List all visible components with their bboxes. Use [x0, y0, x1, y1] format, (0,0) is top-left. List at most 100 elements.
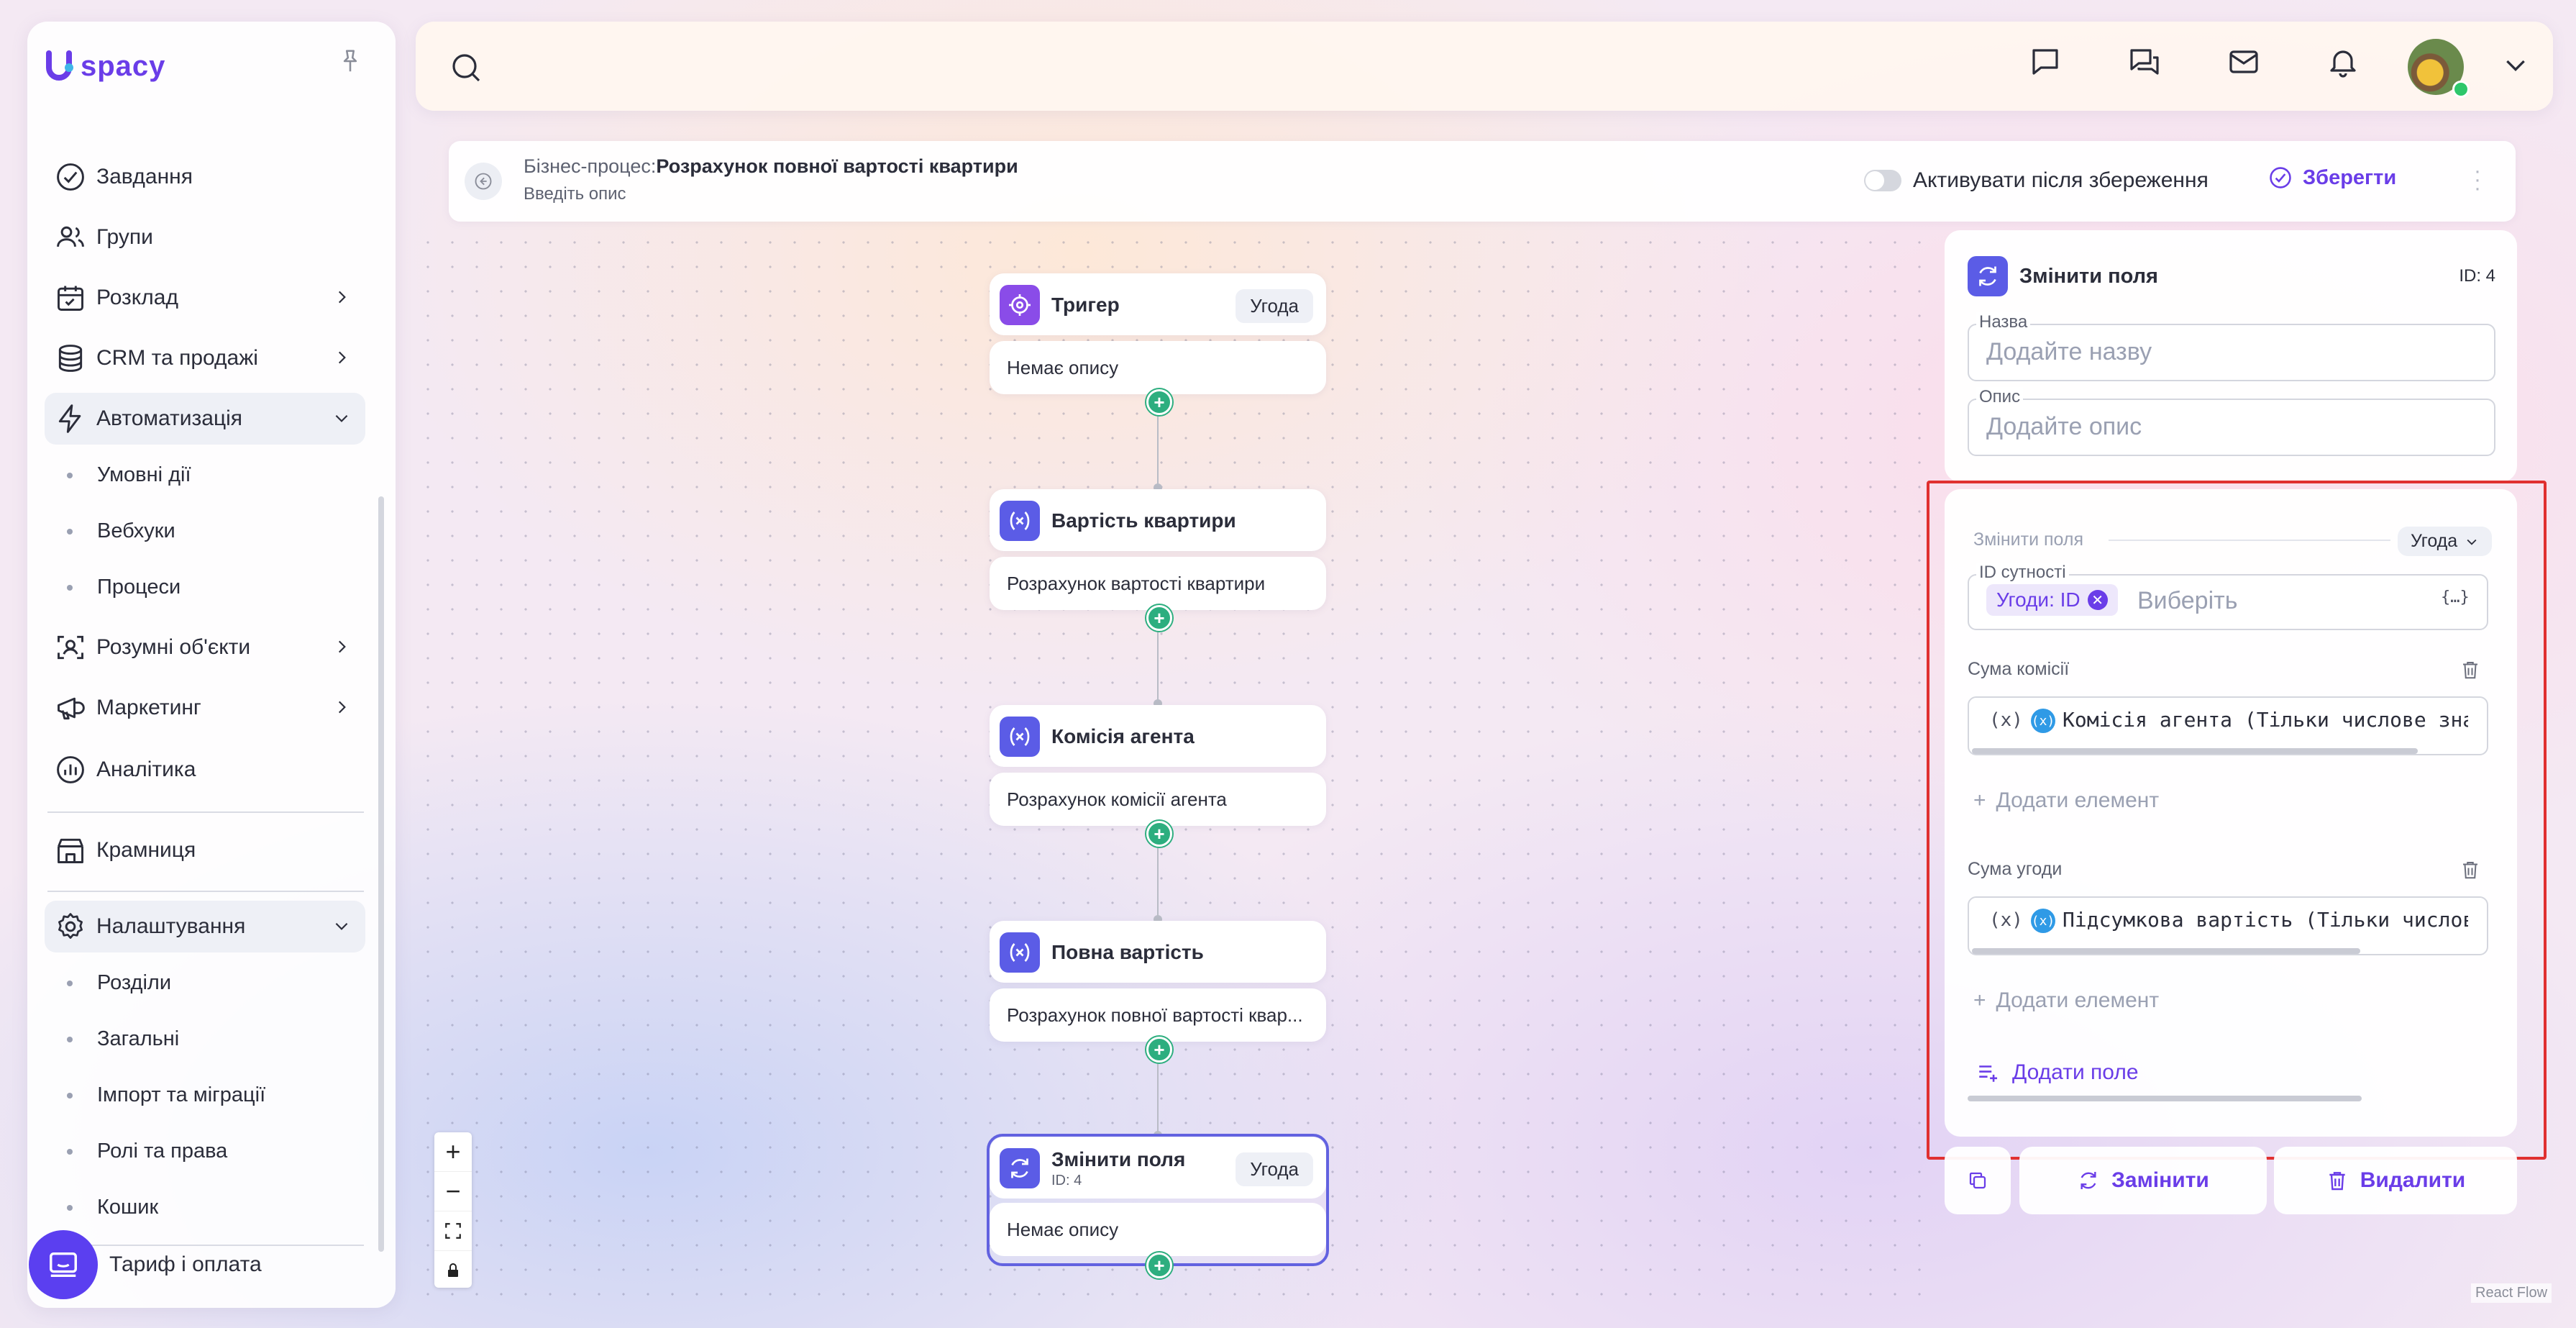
- zoom-out-icon[interactable]: −: [434, 1172, 472, 1211]
- sub-trash[interactable]: Кошик: [67, 1196, 158, 1219]
- nav-smart-objects[interactable]: Розумні об'єкти: [45, 622, 365, 673]
- bullet: [67, 1092, 73, 1099]
- mail-icon[interactable]: [2226, 45, 2261, 79]
- tariff-label: Тариф і оплата: [109, 1252, 262, 1276]
- node-full-cost-description[interactable]: Розрахунок повної вартості квар...: [990, 988, 1326, 1042]
- horizontal-scrollbar[interactable]: [1972, 748, 2418, 754]
- sub-webhooks[interactable]: Вебхуки: [67, 519, 175, 543]
- trash-icon[interactable]: [2459, 659, 2481, 681]
- activate-toggle[interactable]: [1864, 170, 1901, 191]
- chats-icon[interactable]: [2127, 45, 2162, 79]
- nav-automation[interactable]: Автоматизація: [45, 393, 365, 445]
- trash-icon[interactable]: [2459, 859, 2481, 881]
- add-field-button[interactable]: Додати поле: [1976, 1060, 2139, 1085]
- deal-amount-value-text: Підсумкова вартість (Тільки числове знач…: [2063, 908, 2468, 932]
- entity-chip-label: Угоди: ID: [1996, 588, 2081, 611]
- sub-sections[interactable]: Розділи: [67, 971, 171, 995]
- nav-schedule[interactable]: Розклад: [45, 272, 365, 324]
- entity-badge: Угода: [1236, 1152, 1313, 1186]
- entity-chip[interactable]: Угоди: ID ✕: [1986, 584, 2118, 616]
- zoom-controls: + −: [434, 1132, 472, 1288]
- tariff-item[interactable]: Тариф і оплата: [27, 1229, 396, 1301]
- sidebar-scrollbar[interactable]: [378, 496, 384, 1252]
- replace-button[interactable]: Замінити: [2019, 1147, 2267, 1214]
- sub-label: Умовні дії: [97, 463, 191, 486]
- message-icon[interactable]: [2028, 45, 2063, 79]
- add-element-button[interactable]: + Додати елемент: [1973, 988, 2159, 1013]
- add-step-button[interactable]: +: [1146, 821, 1172, 847]
- lock-icon[interactable]: [434, 1251, 472, 1290]
- process-name[interactable]: Розрахунок повної вартості квартири: [656, 155, 1018, 177]
- add-step-button[interactable]: +: [1146, 1252, 1172, 1278]
- node-id: ID: 4: [1051, 1173, 1082, 1188]
- nav-smart-objects-label: Розумні об'єкти: [96, 635, 251, 659]
- process-description[interactable]: Введіть опис: [524, 184, 626, 204]
- add-field-label: Додати поле: [2012, 1060, 2139, 1084]
- node-agent-commission-description[interactable]: Розрахунок комісії агента: [990, 773, 1326, 826]
- entity-select[interactable]: Угода: [2398, 527, 2493, 556]
- zoom-in-icon[interactable]: +: [434, 1132, 472, 1172]
- variable-icon: [1000, 501, 1040, 541]
- panel-id: ID: 4: [2459, 266, 2495, 286]
- node-change-fields[interactable]: Змінити поля ID: 4 Угода: [990, 1137, 1326, 1199]
- delete-button[interactable]: Видалити: [2274, 1147, 2517, 1214]
- copy-button[interactable]: [1945, 1147, 2011, 1214]
- scan-icon: [45, 632, 96, 663]
- sub-general[interactable]: Загальні: [67, 1027, 179, 1051]
- arrow-left-icon: [475, 173, 492, 190]
- sub-conditional-actions[interactable]: Умовні дії: [67, 463, 191, 487]
- add-element-label: Додати елемент: [1996, 988, 2160, 1012]
- entity-id-label: ID сутності: [1976, 563, 2069, 583]
- fit-view-icon[interactable]: [434, 1211, 472, 1251]
- close-icon[interactable]: ✕: [2087, 590, 2108, 610]
- back-button[interactable]: [465, 163, 502, 200]
- node-full-cost[interactable]: Повна вартість: [990, 921, 1326, 983]
- bullet: [67, 528, 73, 535]
- trash-icon: [2329, 1172, 2345, 1191]
- replace-label: Замінити: [2111, 1168, 2209, 1192]
- variable-prefix: (x): [1989, 909, 2023, 931]
- database-icon: [45, 342, 96, 374]
- pin-icon[interactable]: [337, 47, 364, 75]
- add-step-button[interactable]: +: [1146, 1037, 1172, 1063]
- horizontal-scrollbar[interactable]: [1972, 948, 2360, 954]
- nav-settings[interactable]: Налаштування: [45, 901, 365, 952]
- nav-analytics[interactable]: Аналітика: [45, 744, 365, 796]
- refresh-icon: [1000, 1148, 1040, 1188]
- nav-groups[interactable]: Групи: [45, 212, 365, 263]
- logo-icon: [46, 50, 73, 81]
- node-apartment-cost[interactable]: Вартість квартири: [990, 489, 1326, 551]
- bullet: [67, 1204, 73, 1211]
- variables-icon[interactable]: {…}: [2441, 588, 2470, 606]
- save-button[interactable]: Зберегти: [2268, 165, 2396, 190]
- nav-tasks[interactable]: Завдання: [45, 151, 365, 203]
- sub-label: Імпорт та міграції: [97, 1083, 266, 1106]
- logo[interactable]: spacy: [45, 49, 165, 83]
- add-element-button[interactable]: + Додати елемент: [1973, 788, 2159, 813]
- field-label: Сума комісії: [1968, 659, 2070, 679]
- chevron-down-icon[interactable]: [2501, 50, 2530, 79]
- node-agent-commission[interactable]: Комісія агента: [990, 705, 1326, 767]
- sub-processes[interactable]: Процеси: [67, 576, 181, 599]
- nav-store[interactable]: Крамниця: [45, 824, 365, 876]
- react-flow-attribution[interactable]: React Flow: [2471, 1283, 2552, 1303]
- panel-horizontal-scrollbar[interactable]: [1968, 1096, 2362, 1101]
- nav-automation-label: Автоматизація: [96, 406, 243, 430]
- add-step-button[interactable]: +: [1146, 605, 1172, 631]
- sub-import[interactable]: Імпорт та міграції: [67, 1083, 265, 1107]
- bell-icon[interactable]: [2326, 45, 2360, 79]
- section-label: Змінити поля: [1973, 529, 2083, 550]
- node-trigger[interactable]: Тригер Угода: [990, 273, 1326, 335]
- node-change-fields-description[interactable]: Немає опису: [990, 1203, 1326, 1256]
- search-icon[interactable]: [449, 50, 483, 85]
- sidebar: spacy Завдання Групи Розклад CRM та прод…: [27, 22, 396, 1308]
- nav-marketing[interactable]: Маркетинг: [45, 682, 365, 734]
- node-apartment-cost-description[interactable]: Розрахунок вартості квартири: [990, 557, 1326, 610]
- node-trigger-description[interactable]: Немає опису: [990, 341, 1326, 394]
- divider: [47, 811, 364, 813]
- more-icon[interactable]: · · ·: [2474, 160, 2481, 199]
- sub-roles[interactable]: Ролі та права: [67, 1140, 227, 1163]
- add-step-button[interactable]: +: [1146, 389, 1172, 415]
- chat-widget-icon[interactable]: [29, 1230, 98, 1299]
- nav-crm[interactable]: CRM та продажі: [45, 332, 365, 384]
